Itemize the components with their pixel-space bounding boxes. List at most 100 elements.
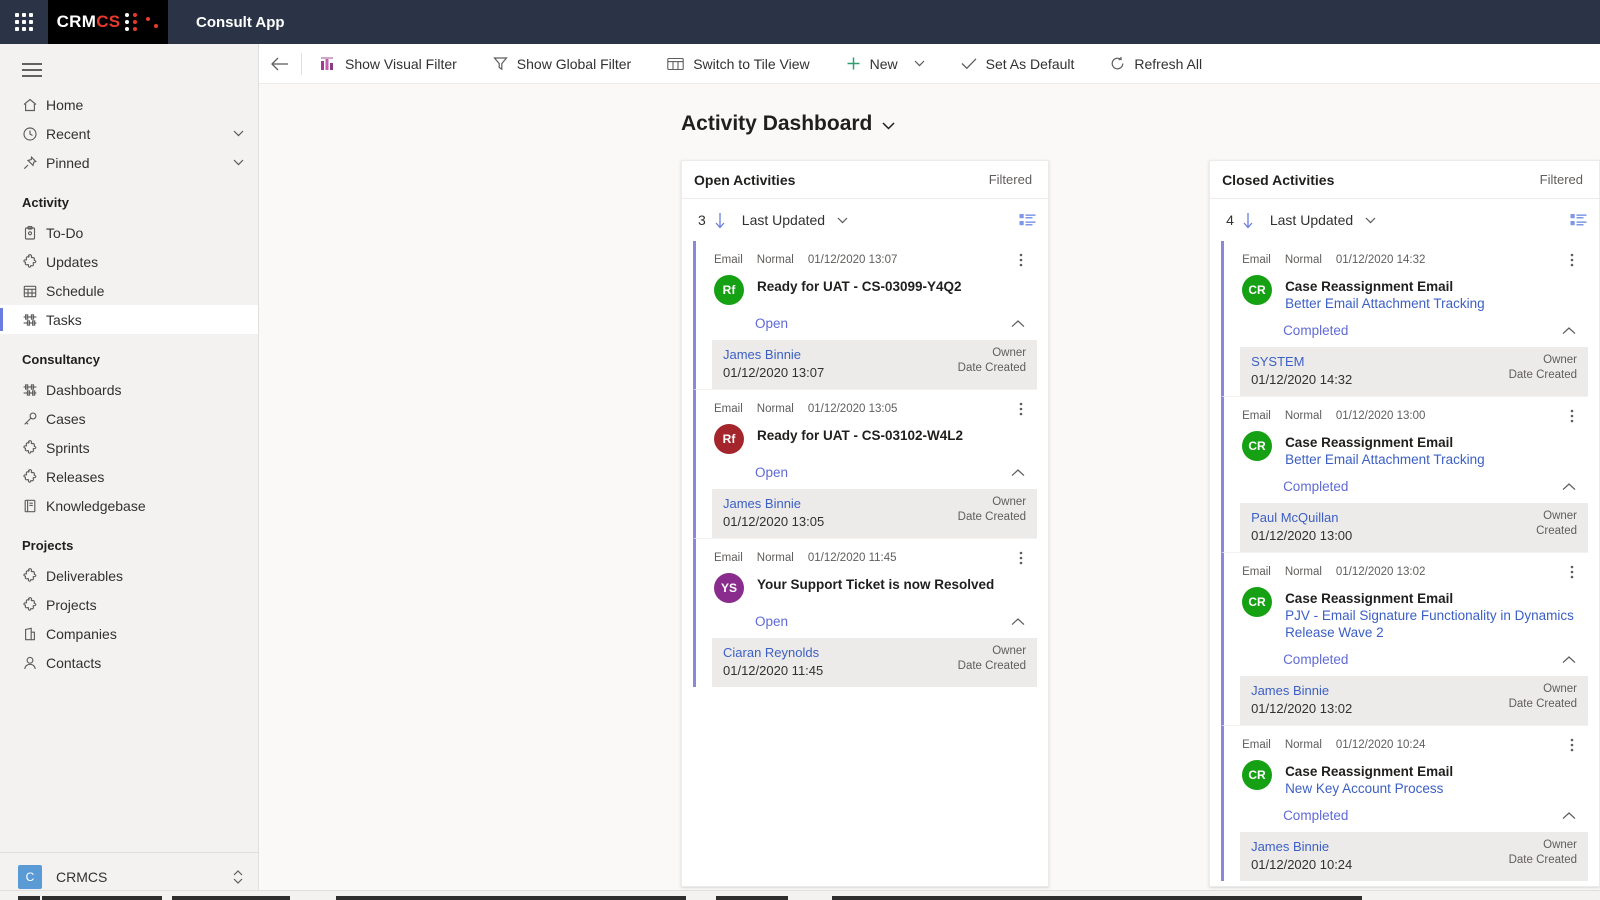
owner-link[interactable]: Ciaran Reynolds xyxy=(723,645,823,660)
activity-regarding-link[interactable]: Better Email Attachment Tracking xyxy=(1285,295,1485,312)
owner-link[interactable]: James Binnie xyxy=(723,347,824,362)
created-field-label: Date Created xyxy=(1508,698,1577,710)
chevron-down-icon[interactable] xyxy=(882,112,895,136)
funnel-icon xyxy=(493,56,508,71)
owner-link[interactable]: James Binnie xyxy=(1251,839,1352,854)
created-field-label: Date Created xyxy=(957,362,1027,374)
app-launcher-icon[interactable] xyxy=(0,0,48,44)
list-view-icon[interactable] xyxy=(1570,213,1587,227)
sidebar-item-companies[interactable]: Companies xyxy=(0,619,258,648)
activity-timestamp: 01/12/2020 10:24 xyxy=(1335,739,1426,751)
sort-label[interactable]: Last Updated xyxy=(742,212,825,228)
chevron-up-icon[interactable] xyxy=(1562,326,1576,335)
activity-item[interactable]: Email Normal 01/12/2020 13:05 Rf Ready for U… xyxy=(693,389,1038,538)
list-view-icon[interactable] xyxy=(1019,213,1036,227)
command-switch-to-tile-view-button[interactable]: Switch to Tile View xyxy=(649,44,827,84)
sidebar-item-schedule[interactable]: Schedule xyxy=(0,276,258,305)
taskbar-item[interactable] xyxy=(42,896,162,900)
activity-item[interactable]: Email Normal 01/12/2020 14:32 CR Case Reassi… xyxy=(1221,241,1588,396)
chevron-down-icon[interactable] xyxy=(1365,217,1376,224)
sidebar-item-home[interactable]: Home xyxy=(0,90,258,119)
main-region: Show Visual Filter Show Global Filter Swit… xyxy=(259,44,1600,900)
chevron-up-icon[interactable] xyxy=(1562,655,1576,664)
chevron-up-icon[interactable] xyxy=(1011,617,1025,626)
owner-link[interactable]: James Binnie xyxy=(723,496,824,511)
activity-footer: James Binnie 01/12/2020 10:24 Owner Date Cr… xyxy=(1240,832,1588,881)
hamburger-icon[interactable] xyxy=(0,50,258,90)
taskbar-item[interactable] xyxy=(336,896,686,900)
status-badge[interactable]: Completed xyxy=(1283,652,1348,667)
sidebar-item-knowledgebase[interactable]: Knowledgebase xyxy=(0,491,258,520)
owner-link[interactable]: Paul McQuillan xyxy=(1251,510,1352,525)
sidebar-item-tasks[interactable]: Tasks xyxy=(0,305,258,334)
owner-field-label: Owner xyxy=(992,347,1027,359)
sidebar-item-to-do[interactable]: To-Do xyxy=(0,218,258,247)
chevron-up-icon[interactable] xyxy=(1562,811,1576,820)
status-badge[interactable]: Completed xyxy=(1283,323,1348,338)
more-vertical-icon[interactable] xyxy=(1015,252,1027,268)
activity-item[interactable]: Email Normal 01/12/2020 13:07 Rf Ready for U… xyxy=(693,241,1038,389)
activity-item[interactable]: Email Normal 01/12/2020 10:24 CR Case Reassi… xyxy=(1221,725,1588,881)
chevron-down-icon[interactable] xyxy=(837,217,848,224)
chevron-up-icon[interactable] xyxy=(1011,319,1025,328)
sidebar-item-pinned[interactable]: Pinned xyxy=(0,148,258,177)
sidebar-item-cases[interactable]: Cases xyxy=(0,404,258,433)
sidebar-item-dashboards[interactable]: Dashboards xyxy=(0,375,258,404)
sidebar-item-deliverables[interactable]: Deliverables xyxy=(0,561,258,590)
brand-logo[interactable]: CRMCS xyxy=(48,0,168,44)
back-arrow-icon[interactable] xyxy=(259,44,301,84)
sidebar-item-projects[interactable]: Projects xyxy=(0,590,258,619)
owner-link[interactable]: SYSTEM xyxy=(1251,354,1352,369)
activity-item[interactable]: Email Normal 01/12/2020 13:00 CR Case Reassi… xyxy=(1221,396,1588,552)
status-badge[interactable]: Open xyxy=(755,614,788,629)
status-badge[interactable]: Completed xyxy=(1283,479,1348,494)
chevron-down-icon[interactable] xyxy=(233,159,244,166)
activity-item[interactable]: Email Normal 01/12/2020 11:45 YS Your Suppor… xyxy=(693,538,1038,687)
command-show-visual-filter-button[interactable]: Show Visual Filter xyxy=(302,44,475,84)
sort-label[interactable]: Last Updated xyxy=(1270,212,1353,228)
up-down-arrows-icon[interactable] xyxy=(232,869,244,885)
status-badge[interactable]: Open xyxy=(755,316,788,331)
taskbar-item[interactable] xyxy=(716,896,788,900)
sidebar-item-label: Dashboards xyxy=(46,381,122,398)
more-vertical-icon[interactable] xyxy=(1566,737,1578,753)
command-show-global-filter-button[interactable]: Show Global Filter xyxy=(475,44,649,84)
sidebar-item-label: Knowledgebase xyxy=(46,497,146,514)
activity-footer: James Binnie 01/12/2020 13:07 Owner Date Cr… xyxy=(712,340,1038,389)
chevron-down-icon[interactable] xyxy=(233,130,244,137)
status-badge[interactable]: Open xyxy=(755,465,788,480)
chevron-down-icon[interactable] xyxy=(914,60,925,67)
taskbar-item[interactable] xyxy=(18,896,40,900)
activity-subject: Ready for UAT - CS-03099-Y4Q2 xyxy=(757,279,962,294)
chevron-up-icon[interactable] xyxy=(1011,468,1025,477)
sidebar-item-updates[interactable]: Updates xyxy=(0,247,258,276)
owner-link[interactable]: James Binnie xyxy=(1251,683,1352,698)
activity-item[interactable]: Email Normal 01/12/2020 13:02 CR Case Reassi… xyxy=(1221,552,1588,725)
activity-main: CR Case Reassignment Email PJV - Email Sig… xyxy=(1224,580,1588,641)
command-set-as-default-button[interactable]: Set As Default xyxy=(943,44,1093,84)
activity-regarding-link[interactable]: New Key Account Process xyxy=(1285,780,1453,797)
command-new-button[interactable]: New xyxy=(828,44,943,84)
more-vertical-icon[interactable] xyxy=(1015,401,1027,417)
activity-regarding-link[interactable]: PJV - Email Signature Functionality in D… xyxy=(1285,607,1576,641)
more-vertical-icon[interactable] xyxy=(1015,550,1027,566)
more-vertical-icon[interactable] xyxy=(1566,252,1578,268)
taskbar-item[interactable] xyxy=(172,896,290,900)
activity-status-row: Completed xyxy=(1224,797,1588,832)
sidebar-item-sprints[interactable]: Sprints xyxy=(0,433,258,462)
sidebar-item-contacts[interactable]: Contacts xyxy=(0,648,258,677)
arrow-down-icon[interactable] xyxy=(1242,212,1254,229)
more-vertical-icon[interactable] xyxy=(1566,408,1578,424)
activity-regarding-link[interactable]: Better Email Attachment Tracking xyxy=(1285,451,1485,468)
taskbar-item[interactable] xyxy=(832,896,1362,900)
command-refresh-all-button[interactable]: Refresh All xyxy=(1092,44,1220,84)
more-vertical-icon[interactable] xyxy=(1566,564,1578,580)
status-badge[interactable]: Completed xyxy=(1283,808,1348,823)
arrow-down-icon[interactable] xyxy=(714,212,726,229)
owner-field-label: Owner xyxy=(992,496,1027,508)
sidebar-item-recent[interactable]: Recent xyxy=(0,119,258,148)
activity-main: Rf Ready for UAT - CS-03102-W4L2 xyxy=(696,417,1037,454)
chevron-up-icon[interactable] xyxy=(1562,482,1576,491)
sidebar-item-releases[interactable]: Releases xyxy=(0,462,258,491)
page-title[interactable]: Activity Dashboard xyxy=(259,84,1600,136)
